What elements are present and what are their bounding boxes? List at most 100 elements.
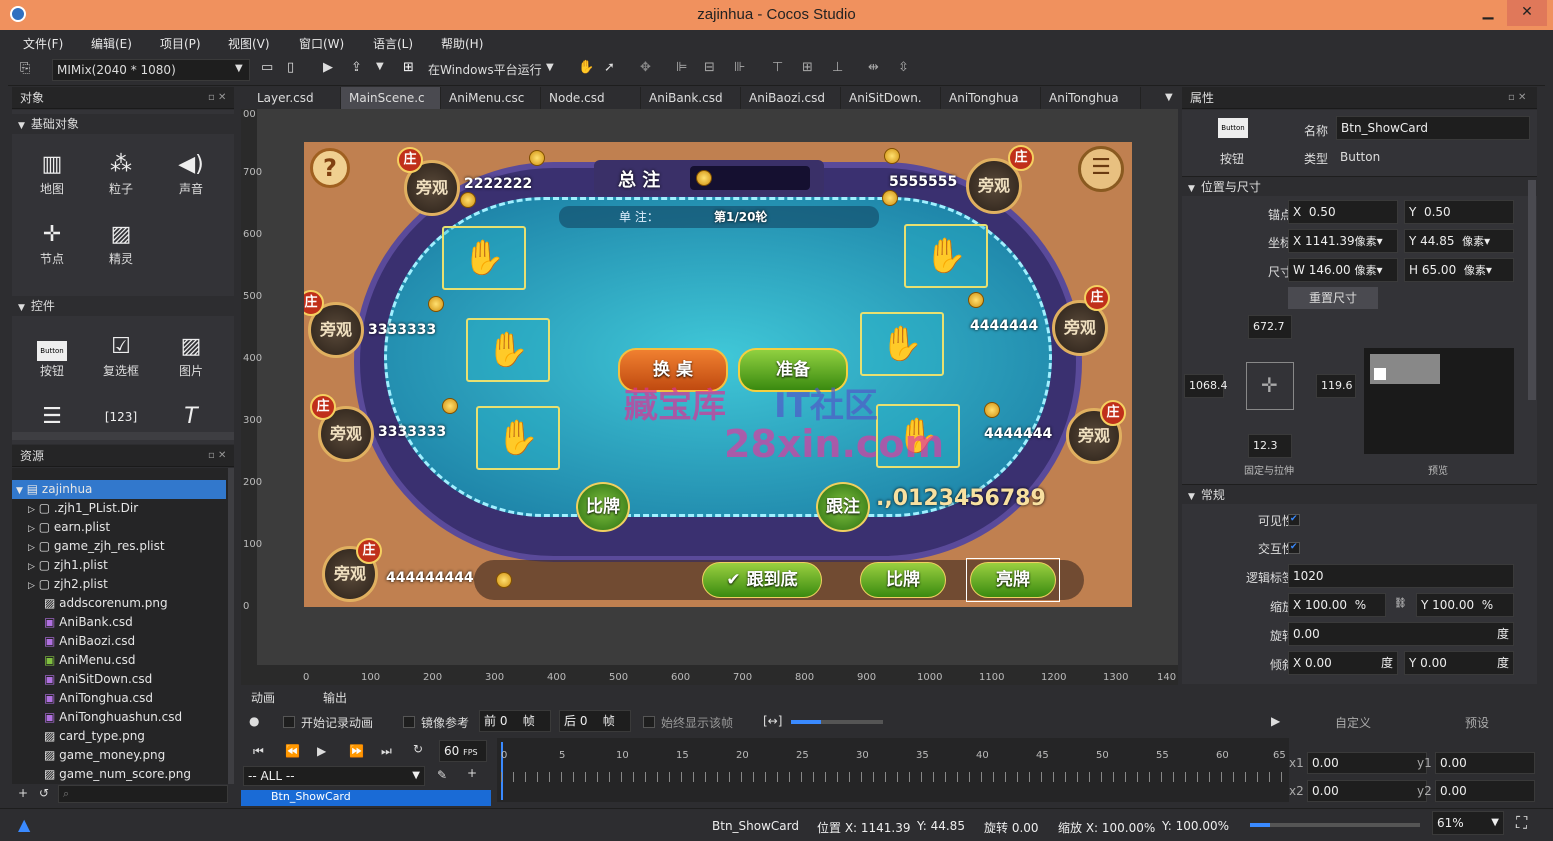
align-bottom-icon[interactable]: ⊥: [832, 60, 843, 75]
chevron-down-icon[interactable]: ▼: [546, 62, 554, 73]
tree-item[interactable]: ▨ game_money.png: [44, 746, 234, 765]
anchor-y-field[interactable]: Y 0.50: [1404, 200, 1514, 224]
menu-language[interactable]: 语言(L): [373, 35, 413, 52]
control-text-atlas[interactable]: [123]: [91, 402, 151, 432]
control-checkbox[interactable]: ☑ 复选框: [91, 332, 151, 379]
prev-frame-field[interactable]: 前 0 帧: [479, 710, 551, 732]
next-frame-icon[interactable]: ⏩: [349, 744, 364, 758]
zoom-slider[interactable]: [791, 720, 883, 724]
reset-size-button[interactable]: 重置尺寸: [1288, 287, 1378, 309]
bezier-x1-field[interactable]: 0.00: [1307, 752, 1427, 774]
play-icon[interactable]: ▶: [317, 744, 326, 758]
tab-node[interactable]: Node.csd: [541, 87, 641, 109]
follow-round-button[interactable]: 跟注: [816, 482, 870, 532]
play-right-icon[interactable]: ▶: [1271, 714, 1280, 728]
margin-left-field[interactable]: 1068.4: [1184, 374, 1228, 398]
tab-animation[interactable]: 动画: [251, 689, 275, 706]
device-select[interactable]: MIMix(2040 * 1080) ▼: [52, 59, 250, 81]
tree-item[interactable]: ▨ game_num_score.png: [44, 765, 234, 784]
fit-screen-icon[interactable]: ⛶: [1516, 813, 1527, 833]
object-sprite[interactable]: ▨ 精灵: [91, 220, 151, 267]
bezier-x2-field[interactable]: 0.00: [1307, 780, 1427, 802]
tree-item[interactable]: ▨ card_type.png: [44, 727, 234, 746]
loop-icon[interactable]: ↻: [413, 742, 423, 756]
next-frame-field[interactable]: 后 0 帧: [559, 710, 631, 732]
mirror-checkbox[interactable]: [403, 716, 415, 728]
compare-round-button[interactable]: 比牌: [576, 482, 630, 532]
tab-custom[interactable]: 自定义: [1335, 714, 1371, 731]
position-y-field[interactable]: Y 44.85 像素▾: [1404, 229, 1514, 253]
tree-item[interactable]: ▨ addscorenum.png: [44, 594, 234, 613]
tree-item[interactable]: ▷ ▢ earn.plist: [28, 518, 234, 537]
menu-view[interactable]: 视图(V): [228, 35, 270, 52]
publish-icon[interactable]: ⎘: [20, 61, 30, 76]
tree-item[interactable]: ▣ AniSitDown.csd: [44, 670, 234, 689]
scale-x-field[interactable]: X 100.00 %: [1288, 593, 1386, 617]
tree-item[interactable]: ▷ ▢ game_zjh_res.plist: [28, 537, 234, 556]
close-icon[interactable]: ✕: [1507, 0, 1547, 26]
tab-mainscene[interactable]: MainScene.c: [341, 87, 441, 109]
tree-item[interactable]: ▣ AniBank.csd: [44, 613, 234, 632]
margin-bottom-field[interactable]: 12.3: [1248, 434, 1292, 458]
panel-close-icon[interactable]: ▫ ✕: [1508, 87, 1526, 109]
margin-right-field[interactable]: 119.6: [1316, 374, 1356, 398]
landscape-icon[interactable]: ▭: [261, 60, 273, 75]
portrait-icon[interactable]: ▯: [287, 60, 294, 75]
last-frame-icon[interactable]: ⏭: [381, 744, 392, 759]
position-x-field[interactable]: X 1141.39像素▾: [1288, 229, 1398, 253]
object-map[interactable]: ▥ 地图: [22, 150, 82, 197]
tree-item[interactable]: ▷ ▢ .zjh1_PList.Dir: [28, 499, 234, 518]
tree-item[interactable]: ▣ AniBaozi.csd: [44, 632, 234, 651]
add-icon[interactable]: +: [18, 786, 28, 800]
minimize-icon[interactable]: ▁: [1471, 0, 1505, 26]
always-show-checkbox[interactable]: [643, 716, 655, 728]
vertical-scrollbar[interactable]: [1528, 180, 1536, 400]
hand-tool-icon[interactable]: ✋: [578, 60, 594, 75]
zoom-select[interactable]: 61% ▼: [1432, 811, 1504, 835]
tree-item[interactable]: ▷ ▢ zjh2.plist: [28, 575, 234, 594]
align-right-icon[interactable]: ⊪: [734, 60, 745, 75]
refresh-icon[interactable]: ↺: [39, 786, 49, 800]
distribute-h-icon[interactable]: ⇹: [868, 60, 879, 75]
object-sound[interactable]: ◀) 声音: [161, 150, 221, 197]
scale-y-field[interactable]: Y 100.00 %: [1416, 593, 1514, 617]
vertical-scrollbar[interactable]: [228, 468, 234, 784]
timeline-node-row[interactable]: Btn_ShowCard: [241, 790, 491, 806]
object-particle[interactable]: ⁂ 粒子: [91, 150, 151, 197]
control-image[interactable]: ▨ 图片: [161, 332, 221, 379]
tab-anitonghua-2[interactable]: AniTonghua: [1041, 87, 1141, 109]
first-frame-icon[interactable]: ⏮: [253, 744, 264, 759]
record-icon[interactable]: ●: [249, 714, 259, 728]
record-checkbox[interactable]: [283, 716, 295, 728]
bezier-y1-field[interactable]: 0.00: [1435, 752, 1535, 774]
resource-search-input[interactable]: ⌕: [58, 785, 228, 803]
align-left-icon[interactable]: ⊫: [676, 60, 687, 75]
bezier-y2-field[interactable]: 0.00: [1435, 780, 1535, 802]
interactive-checkbox[interactable]: ✔: [1288, 542, 1300, 554]
follow-all-button[interactable]: ✔ 跟到底: [702, 562, 822, 598]
tab-anitonghua[interactable]: AniTonghua: [941, 87, 1041, 109]
move-icon[interactable]: ✥: [640, 60, 651, 75]
pointer-tool-icon[interactable]: ➚: [604, 60, 615, 75]
tab-anibank[interactable]: AniBank.csd: [641, 87, 741, 109]
tab-anibaozi[interactable]: AniBaozi.csd: [741, 87, 841, 109]
tab-animenu[interactable]: AniMenu.csc: [441, 87, 541, 109]
prev-frame-icon[interactable]: ⏪: [285, 744, 300, 758]
zoom-slider[interactable]: [1250, 823, 1420, 827]
fps-field[interactable]: 60 FPS: [439, 740, 487, 762]
menu-edit[interactable]: 编辑(E): [91, 35, 132, 52]
compare-button[interactable]: 比牌: [860, 562, 946, 598]
tab-layer[interactable]: Layer.csd: [249, 87, 341, 109]
rotation-field[interactable]: 0.00 度: [1288, 622, 1514, 646]
skew-y-field[interactable]: Y 0.00 度: [1404, 651, 1514, 675]
game-scene[interactable]: ? ☰ 总 注 单 注： 第1/20轮 旁观 庄 2222222 旁观 庄 55…: [304, 142, 1132, 607]
basic-objects-section[interactable]: ▼ 基础对象: [12, 114, 234, 134]
tab-anisitdown[interactable]: AniSitDown.: [841, 87, 941, 109]
align-middle-icon[interactable]: ⊞: [802, 60, 813, 75]
tab-preset[interactable]: 预设: [1465, 714, 1489, 731]
play-icon[interactable]: ▶: [323, 60, 333, 75]
tree-item[interactable]: ▣ AniMenu.csd: [44, 651, 234, 670]
menu-help[interactable]: 帮助(H): [441, 35, 483, 52]
control-button[interactable]: Button 按钮: [22, 332, 82, 379]
anchor-x-field[interactable]: X 0.50: [1288, 200, 1398, 224]
